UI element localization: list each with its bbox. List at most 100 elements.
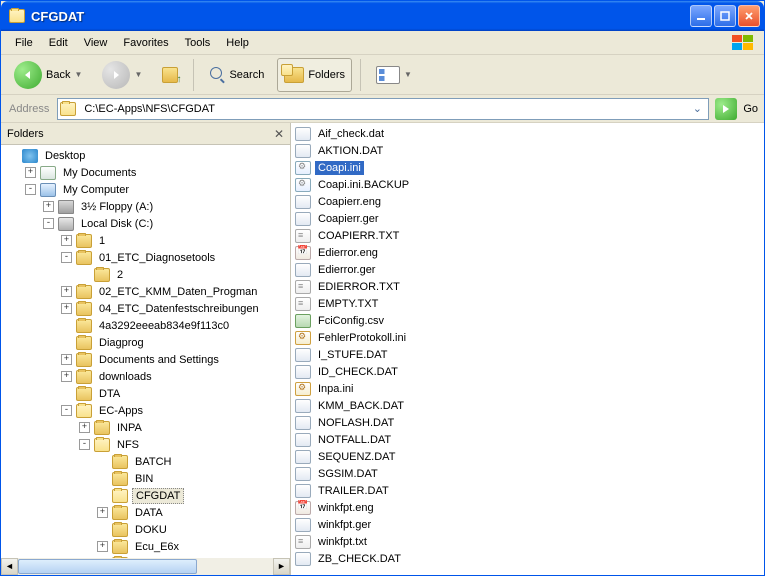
tree-item[interactable]: + DATA [3, 504, 288, 521]
tree-item[interactable]: 2 [3, 266, 288, 283]
close-button[interactable] [738, 5, 760, 27]
file-icon [295, 382, 311, 396]
tree-item[interactable]: - Local Disk (C:) [3, 215, 288, 232]
tree-item[interactable]: +04_ETC_Datenfestschreibungen [3, 300, 288, 317]
tree-item[interactable]: DTA [3, 385, 288, 402]
menu-help[interactable]: Help [218, 34, 257, 52]
windows-flag-icon[interactable] [728, 33, 760, 53]
file-name: I_STUFE.DAT [315, 348, 390, 362]
file-icon [295, 535, 311, 549]
file-item[interactable]: SGSIM.DAT [295, 465, 760, 482]
address-combobox[interactable]: C:\EC-Apps\NFS\CFGDAT ⌄ [57, 98, 709, 120]
expand-icon[interactable]: + [43, 201, 54, 212]
file-item[interactable]: ZB_CHECK.DAT [295, 550, 760, 567]
tree-item[interactable]: 4a3292eeeab834e9f113c0 [3, 317, 288, 334]
file-list[interactable]: Aif_check.datAKTION.DATCoapi.iniCoapi.in… [291, 123, 764, 575]
collapse-icon[interactable]: - [61, 405, 72, 416]
scroll-thumb[interactable] [18, 559, 197, 574]
file-item[interactable]: EMPTY.TXT [295, 295, 760, 312]
go-button[interactable] [715, 98, 737, 120]
tree-item[interactable]: BIN [3, 470, 288, 487]
expand-icon[interactable]: + [61, 303, 72, 314]
file-item[interactable]: Coapierr.ger [295, 210, 760, 227]
views-button[interactable]: ▼ [369, 58, 419, 92]
expand-icon[interactable]: + [61, 371, 72, 382]
menu-tools[interactable]: Tools [177, 34, 219, 52]
tree-item[interactable]: BATCH [3, 453, 288, 470]
folders-pane-close-icon[interactable]: ✕ [274, 127, 284, 141]
minimize-button[interactable] [690, 5, 712, 27]
folder-tree[interactable]: Desktop+My Documents-My Computer+3½ Flop… [1, 145, 290, 558]
menu-file[interactable]: File [7, 34, 41, 52]
expand-icon[interactable]: + [25, 167, 36, 178]
file-item[interactable]: Coapi.ini [295, 159, 760, 176]
scroll-left-button[interactable]: ◄ [1, 558, 18, 575]
tree-item[interactable]: +Ecu_E6x [3, 538, 288, 555]
tree-item[interactable]: +1 [3, 232, 288, 249]
tree-item[interactable]: +downloads [3, 368, 288, 385]
folder-icon [76, 234, 92, 248]
up-button[interactable] [155, 58, 185, 92]
expand-icon[interactable]: + [61, 286, 72, 297]
tree-item[interactable]: -01_ETC_Diagnosetools [3, 249, 288, 266]
tree-item[interactable]: Diagprog [3, 334, 288, 351]
file-item[interactable]: Inpa.ini [295, 380, 760, 397]
file-item[interactable]: winkfpt.ger [295, 516, 760, 533]
menu-favorites[interactable]: Favorites [115, 34, 176, 52]
tree-item[interactable]: Desktop [3, 147, 288, 164]
file-item[interactable]: TRAILER.DAT [295, 482, 760, 499]
expand-icon[interactable]: + [61, 235, 72, 246]
maximize-button[interactable] [714, 5, 736, 27]
tree-item-label: DATA [132, 506, 166, 520]
file-item[interactable]: EDIERROR.TXT [295, 278, 760, 295]
file-item[interactable]: NOTFALL.DAT [295, 431, 760, 448]
file-item[interactable]: SEQUENZ.DAT [295, 448, 760, 465]
toolbar-separator [360, 59, 361, 91]
tree-item[interactable]: +INPA [3, 419, 288, 436]
collapse-icon[interactable]: - [43, 218, 54, 229]
file-item[interactable]: winkfpt.eng [295, 499, 760, 516]
scroll-right-button[interactable]: ► [273, 558, 290, 575]
file-item[interactable]: Coapierr.eng [295, 193, 760, 210]
file-item[interactable]: I_STUFE.DAT [295, 346, 760, 363]
tree-item[interactable]: CFGDAT [3, 487, 288, 504]
expand-icon[interactable]: + [61, 354, 72, 365]
tree-item[interactable]: -EC-Apps [3, 402, 288, 419]
file-item[interactable]: Aif_check.dat [295, 125, 760, 142]
chevron-down-icon[interactable]: ⌄ [688, 102, 706, 115]
tree-item[interactable]: +3½ Floppy (A:) [3, 198, 288, 215]
expand-icon[interactable]: + [97, 507, 108, 518]
collapse-icon[interactable]: - [61, 252, 72, 263]
tree-item[interactable]: +02_ETC_KMM_Daten_Progman [3, 283, 288, 300]
file-item[interactable]: Edierror.ger [295, 261, 760, 278]
file-item[interactable]: FehlerProtokoll.ini [295, 329, 760, 346]
forward-button[interactable]: ▼ [95, 58, 149, 92]
file-item[interactable]: ID_CHECK.DAT [295, 363, 760, 380]
folders-button[interactable]: Folders [277, 58, 352, 92]
collapse-icon[interactable]: - [25, 184, 36, 195]
titlebar[interactable]: CFGDAT [1, 1, 764, 31]
file-item[interactable]: FciConfig.csv [295, 312, 760, 329]
scroll-track[interactable] [18, 558, 273, 575]
back-button[interactable]: Back ▼ [7, 58, 89, 92]
expand-icon[interactable]: + [97, 541, 108, 552]
search-button[interactable]: Search [202, 58, 271, 92]
tree-item[interactable]: -NFS [3, 436, 288, 453]
file-item[interactable]: NOFLASH.DAT [295, 414, 760, 431]
menu-edit[interactable]: Edit [41, 34, 76, 52]
tree-item-label: Local Disk (C:) [78, 217, 156, 231]
file-item[interactable]: Coapi.ini.BACKUP [295, 176, 760, 193]
file-item[interactable]: AKTION.DAT [295, 142, 760, 159]
file-item[interactable]: KMM_BACK.DAT [295, 397, 760, 414]
file-item[interactable]: Edierror.eng [295, 244, 760, 261]
tree-item[interactable]: -My Computer [3, 181, 288, 198]
file-item[interactable]: winkfpt.txt [295, 533, 760, 550]
tree-item[interactable]: +My Documents [3, 164, 288, 181]
tree-item[interactable]: DOKU [3, 521, 288, 538]
menu-view[interactable]: View [76, 34, 116, 52]
tree-item[interactable]: +Documents and Settings [3, 351, 288, 368]
collapse-icon[interactable]: - [79, 439, 90, 450]
tree-hscrollbar[interactable]: ◄ ► [1, 558, 290, 575]
expand-icon[interactable]: + [79, 422, 90, 433]
file-item[interactable]: COAPIERR.TXT [295, 227, 760, 244]
